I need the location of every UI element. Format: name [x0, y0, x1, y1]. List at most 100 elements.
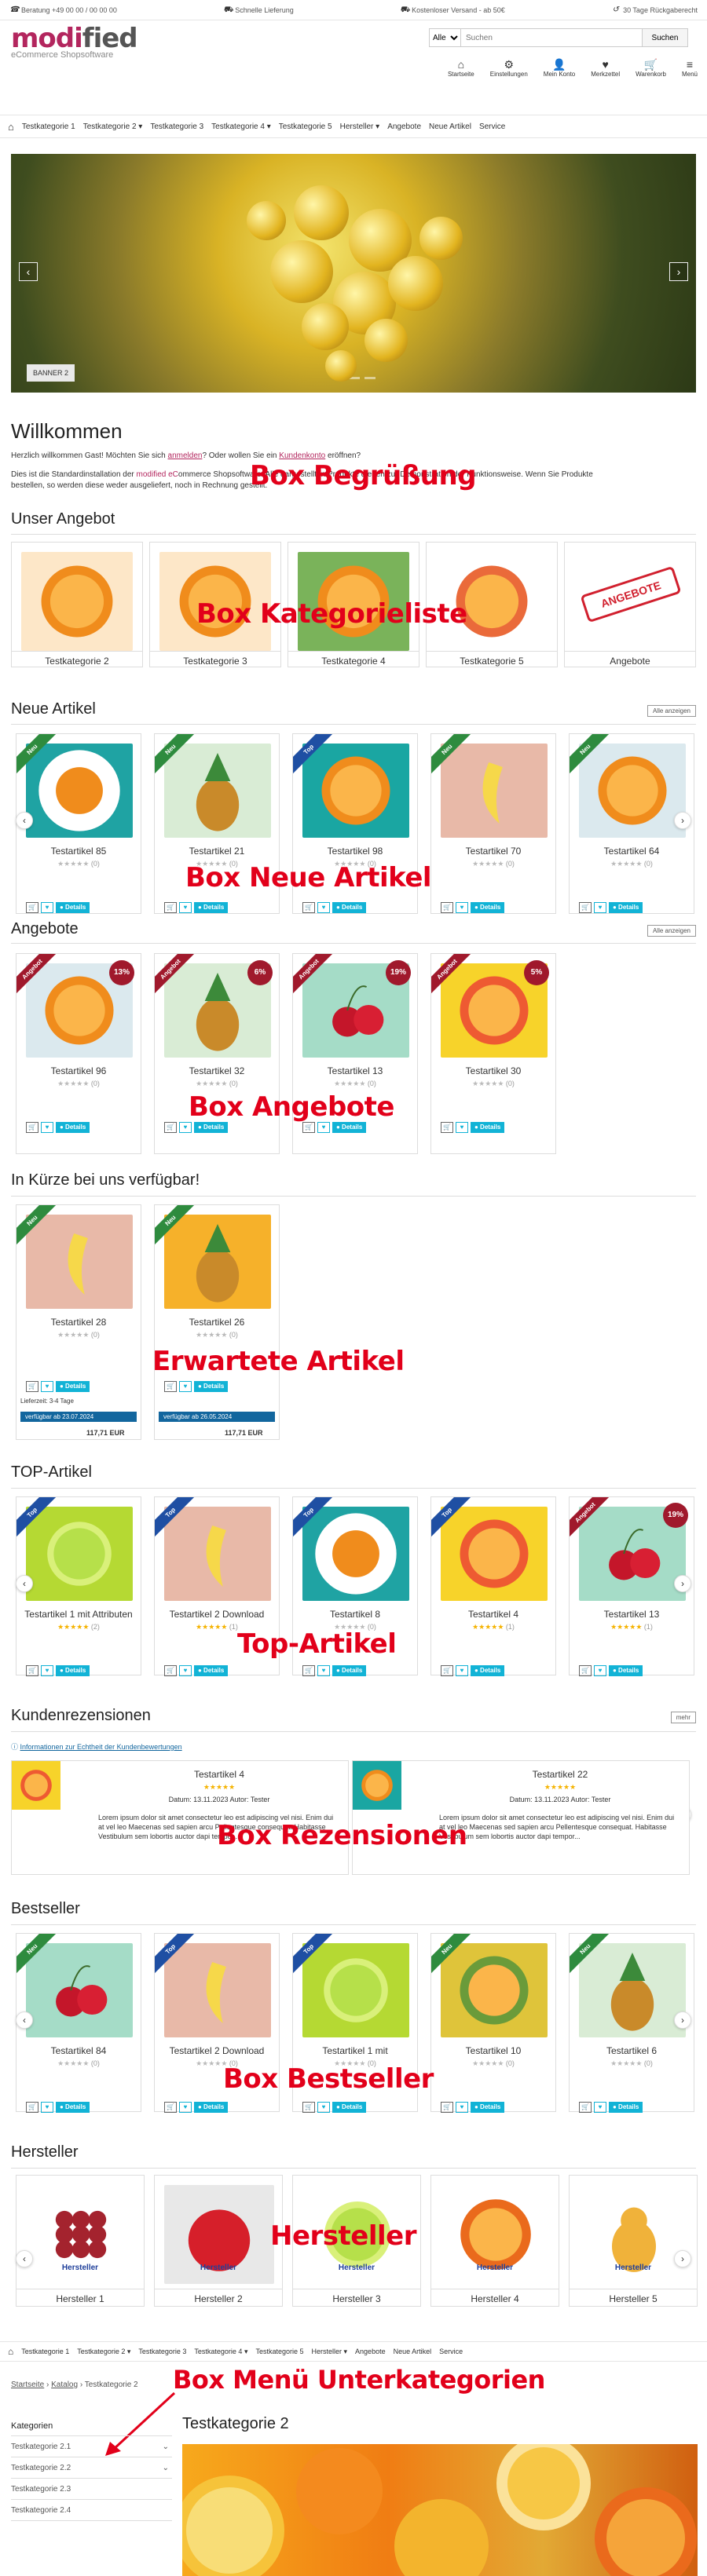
manufacturer-card[interactable]: Hersteller Hersteller 4 — [430, 2175, 559, 2307]
menu-item[interactable]: Testkategorie 4 ▾ — [211, 122, 271, 131]
home-icon[interactable]: ⌂ — [8, 121, 14, 133]
details-button[interactable]: ● Details — [56, 1381, 90, 1392]
product-name[interactable]: Testartikel 26 — [155, 1317, 279, 1328]
heart-icon[interactable]: ♥ — [179, 1665, 192, 1676]
product-name[interactable]: Testartikel 30 — [431, 1065, 555, 1076]
heart-icon[interactable]: ♥ — [41, 1665, 53, 1676]
heart-icon[interactable]: ♥ — [317, 902, 330, 913]
search-input[interactable] — [461, 29, 642, 46]
makers-next-button[interactable]: › — [674, 2250, 691, 2267]
cart-icon[interactable]: 🛒 — [441, 1122, 453, 1133]
carousel-next-button[interactable]: › — [674, 1575, 691, 1592]
slider-next-button[interactable]: › — [669, 262, 688, 281]
heart-icon[interactable]: ♥ — [456, 1665, 468, 1676]
heart-icon[interactable]: ♥ — [456, 1122, 468, 1133]
login-link[interactable]: anmelden — [168, 451, 203, 460]
details-button[interactable]: ● Details — [332, 2102, 367, 2113]
category-card[interactable]: ANGEBOTE Angebote — [564, 542, 696, 667]
chevron-down-icon[interactable]: ⌄ — [163, 2443, 169, 2451]
details-button[interactable]: ● Details — [56, 902, 90, 913]
carousel-prev-button[interactable]: ‹ — [16, 2011, 33, 2029]
details-button[interactable]: ● Details — [194, 1381, 229, 1392]
menu-item[interactable]: Neue Artikel — [394, 2348, 432, 2355]
heart-icon[interactable]: ♥ — [317, 2102, 330, 2113]
manufacturer-name[interactable]: Hersteller 2 — [155, 2289, 282, 2304]
product-card[interactable]: Neu Testartikel 26 ★★★★★ (0) 🛒 ♥ ● Details — [154, 1204, 280, 1440]
heart-icon[interactable]: ♥ — [41, 1122, 53, 1133]
category-name[interactable]: Testkategorie 3 — [150, 651, 280, 667]
carousel-next-button[interactable]: › — [674, 2011, 691, 2029]
heart-icon[interactable]: ♥ — [594, 1665, 606, 1676]
manufacturer-name[interactable]: Hersteller 1 — [16, 2289, 144, 2304]
details-button[interactable]: ● Details — [471, 2102, 505, 2113]
menu-item[interactable]: Testkategorie 2 ▾ — [77, 2348, 130, 2356]
menu-item[interactable]: Service — [439, 2348, 463, 2355]
cart-icon[interactable]: 🛒 — [26, 902, 38, 913]
menu-item[interactable]: Testkategorie 5 — [279, 122, 332, 131]
cart-icon[interactable]: 🛒 — [164, 1122, 177, 1133]
carousel-next-button[interactable]: › — [674, 812, 691, 829]
product-card[interactable]: Neu Testartikel 70 ★★★★★ (0) 🛒 ♥ ● Details — [430, 733, 556, 914]
header-warenkorb-button[interactable]: 🛒 Warenkorb — [636, 58, 666, 78]
cart-icon[interactable]: 🛒 — [164, 1381, 177, 1392]
header-menü-button[interactable]: ≡ Menü — [682, 58, 698, 78]
product-name[interactable]: Testartikel 70 — [431, 846, 555, 857]
menu-item[interactable]: Testkategorie 1 — [22, 122, 75, 131]
cart-icon[interactable]: 🛒 — [579, 902, 592, 913]
header-einstellungen-button[interactable]: ⚙ Einstellungen — [490, 58, 528, 78]
details-button[interactable]: ● Details — [609, 1665, 643, 1676]
product-name[interactable]: Testartikel 2 Download — [155, 1609, 279, 1620]
details-button[interactable]: ● Details — [56, 1665, 90, 1676]
product-name[interactable]: Testartikel 21 — [155, 846, 279, 857]
review-title[interactable]: Testartikel 4 — [51, 1769, 387, 1780]
product-name[interactable]: Testartikel 2 Download — [155, 2045, 279, 2056]
product-name[interactable]: Testartikel 6 — [570, 2045, 694, 2056]
details-button[interactable]: ● Details — [56, 2102, 90, 2113]
details-button[interactable]: ● Details — [332, 1122, 367, 1133]
cart-icon[interactable]: 🛒 — [26, 1665, 38, 1676]
carousel-prev-button[interactable]: ‹ — [16, 812, 33, 829]
product-image[interactable] — [21, 552, 133, 651]
sidebar-item[interactable]: Testkategorie 2.2 ⌄ — [11, 2457, 172, 2479]
product-card[interactable]: Angebot 13% Testartikel 96 ★★★★★ (0) 🛒 ♥ ● Det… — [16, 953, 141, 1154]
menu-item[interactable]: Angebote — [387, 122, 421, 131]
cart-icon[interactable]: 🛒 — [441, 902, 453, 913]
show-all-new-button[interactable]: Alle anzeigen — [647, 705, 696, 717]
details-button[interactable]: ● Details — [471, 902, 505, 913]
product-name[interactable]: Testartikel 13 — [570, 1609, 694, 1620]
home-icon[interactable]: ⌂ — [8, 2346, 13, 2357]
manufacturer-name[interactable]: Hersteller 3 — [293, 2289, 420, 2304]
product-name[interactable]: Testartikel 98 — [293, 846, 417, 857]
product-card[interactable]: Neu Testartikel 85 ★★★★★ (0) 🛒 ♥ ● Details — [16, 733, 141, 914]
category-name[interactable]: Testkategorie 2 — [12, 651, 142, 667]
product-card[interactable]: Angebot 6% Testartikel 32 ★★★★★ (0) 🛒 ♥ ● Deta… — [154, 953, 280, 1154]
heart-icon[interactable]: ♥ — [41, 2102, 53, 2113]
cart-icon[interactable]: 🛒 — [164, 2102, 177, 2113]
slider-prev-button[interactable]: ‹ — [19, 262, 38, 281]
heart-icon[interactable]: ♥ — [317, 1122, 330, 1133]
cart-icon[interactable]: 🛒 — [441, 2102, 453, 2113]
product-card[interactable]: Neu Testartikel 28 ★★★★★ (0) 🛒 ♥ ● Details — [16, 1204, 141, 1440]
review-card[interactable]: Testartikel 4 ★★★★★ Datum: 13.11.2023 Auto… — [11, 1760, 349, 1875]
heart-icon[interactable]: ♥ — [41, 902, 53, 913]
heart-icon[interactable]: ♥ — [179, 2102, 192, 2113]
details-button[interactable]: ● Details — [332, 1665, 367, 1676]
category-name[interactable]: Testkategorie 5 — [427, 651, 557, 667]
category-name[interactable]: Angebote — [565, 651, 695, 667]
heart-icon[interactable]: ♥ — [179, 1122, 192, 1133]
show-all-offers-button[interactable]: Alle anzeigen — [647, 925, 696, 937]
cart-icon[interactable]: 🛒 — [302, 1122, 315, 1133]
heart-icon[interactable]: ♥ — [456, 902, 468, 913]
manufacturer-name[interactable]: Hersteller 4 — [431, 2289, 559, 2304]
menu-item[interactable]: Testkategorie 1 — [21, 2348, 69, 2355]
chevron-down-icon[interactable]: ⌄ — [163, 2464, 169, 2472]
menu-item[interactable]: Service — [479, 122, 505, 131]
product-name[interactable]: Testartikel 96 — [16, 1065, 141, 1076]
product-name[interactable]: Testartikel 13 — [293, 1065, 417, 1076]
manufacturer-card[interactable]: Hersteller Hersteller 1 — [16, 2175, 145, 2307]
review-title[interactable]: Testartikel 22 — [392, 1769, 707, 1780]
product-name[interactable]: Testartikel 64 — [570, 846, 694, 857]
header-mein-konto-button[interactable]: 👤 Mein Konto — [544, 58, 575, 78]
category-name[interactable]: Testkategorie 4 — [288, 651, 419, 667]
menu-item[interactable]: Testkategorie 2 ▾ — [83, 122, 143, 131]
